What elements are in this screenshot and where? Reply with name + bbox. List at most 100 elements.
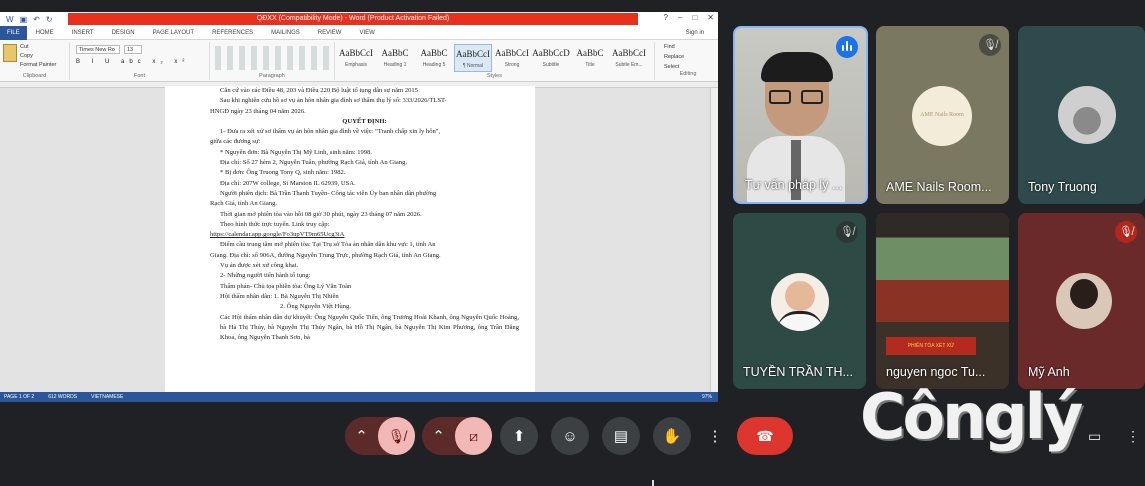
quick-access-toolbar: W ▣ ↶ ↻ xyxy=(0,15,53,24)
participant-name: nguyen ngoc Tu... xyxy=(886,365,986,379)
camera-off-icon[interactable]: ⧄ xyxy=(455,417,492,455)
save-icon[interactable]: ▣ xyxy=(20,15,28,24)
cut-button[interactable]: Cut xyxy=(20,44,29,50)
page-count[interactable]: PAGE 1 OF 2 xyxy=(4,392,34,402)
word-titlebar: W ▣ ↶ ↻ QĐXX (Compatibility Mode) - Word… xyxy=(0,12,718,26)
tab-view[interactable]: VIEW xyxy=(350,30,383,36)
clipboard-label: Clipboard xyxy=(22,73,47,79)
window-controls: ? – □ ✕ xyxy=(664,13,714,22)
undo-icon[interactable]: ↶ xyxy=(33,15,40,24)
font-size-select[interactable]: 13 xyxy=(124,45,142,54)
vertical-scrollbar[interactable] xyxy=(710,88,718,392)
style-title[interactable]: AaBbC Title xyxy=(571,44,609,72)
word-count[interactable]: 612 WORDS xyxy=(48,392,77,402)
maximize-icon[interactable]: □ xyxy=(692,13,697,22)
end-call-icon[interactable]: ☎ xyxy=(737,417,793,455)
doc-line: 1- Đưa ra xét xử sơ thẩm vụ án hôn nhân … xyxy=(220,128,441,136)
style-heading-5[interactable]: AaBbC Heading 5 xyxy=(415,44,453,72)
font-group: Times New Ro 13 B I U abc x₂ x² Font xyxy=(70,42,210,80)
doc-link[interactable]: https://calendar.app.google/Fo3upVT9m65U… xyxy=(210,230,519,240)
captions-icon[interactable]: ▤ xyxy=(602,417,640,455)
doc-line: Rạch Giá, tỉnh An Giang. xyxy=(210,200,278,208)
tab-page-layout[interactable]: PAGE LAYOUT xyxy=(144,30,203,36)
meeting-stage: W ▣ ↶ ↻ QĐXX (Compatibility Mode) - Word… xyxy=(0,0,1145,486)
paste-icon[interactable] xyxy=(3,44,17,62)
participant-tile[interactable]: 🎙︎̸ TUYỀN TRẦN TH... xyxy=(733,213,866,389)
participant-name: Mỹ Anh xyxy=(1028,365,1070,379)
minimize-icon[interactable]: – xyxy=(678,13,682,22)
watermark-logo: Cônglý xyxy=(860,380,1083,453)
style-normal[interactable]: AaBbCcI ¶ Normal xyxy=(454,44,492,72)
word-icon[interactable]: W xyxy=(6,15,14,24)
doc-line: Theo hình thức trực tuyến. Link truy cập… xyxy=(220,220,330,228)
doc-line: Thẩm phán- Chủ tọa phiên tòa: Ông Lý Văn… xyxy=(220,282,352,290)
style-strong[interactable]: AaBbCcI Strong xyxy=(493,44,531,72)
present-icon[interactable]: ⬆ xyxy=(500,417,538,455)
apps-icon[interactable]: ⋮⋮ xyxy=(1126,428,1145,445)
close-icon[interactable]: ✕ xyxy=(707,13,714,22)
styles-label: Styles xyxy=(487,73,502,79)
help-icon[interactable]: ? xyxy=(664,13,668,22)
redo-icon[interactable]: ↻ xyxy=(46,15,53,24)
doc-line: Vụ án được xét xử công khai. xyxy=(220,262,299,270)
font-name-select[interactable]: Times New Ro xyxy=(76,45,120,54)
clipboard-group: Cut Copy Format Painter Clipboard xyxy=(0,42,70,80)
participant-tile[interactable]: PHIÊN TÒA XÉT XỬ nguyen ngoc Tu... xyxy=(876,213,1009,389)
style-subtitle[interactable]: AaBbCcD Subtitle xyxy=(532,44,570,72)
font-label: Font xyxy=(133,73,145,79)
raise-hand-icon[interactable]: ✋ xyxy=(653,417,691,455)
chat-icon[interactable]: ▭ xyxy=(1088,428,1101,445)
format-painter-button[interactable]: Format Painter xyxy=(20,62,56,68)
shared-screen-word: W ▣ ↶ ↻ QĐXX (Compatibility Mode) - Word… xyxy=(0,12,718,402)
styles-group: AaBbCcI Emphasis AaBbC Heading 1 AaBbC Head… xyxy=(335,42,655,80)
participant-avatar xyxy=(771,273,829,331)
style-heading-1[interactable]: AaBbC Heading 1 xyxy=(376,44,414,72)
camera-control: ⌃ ⧄ xyxy=(422,417,492,455)
mic-options-chevron-icon[interactable]: ⌃ xyxy=(345,417,378,455)
copy-button[interactable]: Copy xyxy=(20,53,33,59)
doc-paragraph: Các Hội thẩm nhân dân dự khuyết: Ông Ngu… xyxy=(220,313,519,342)
doc-plaintiff: * Nguyên đơn: Bà Nguyễn Thị Mỹ Linh, sin… xyxy=(220,148,373,156)
zoom-level[interactable]: 97% xyxy=(702,392,712,402)
paragraph-buttons[interactable] xyxy=(215,46,329,70)
tab-home[interactable]: HOME xyxy=(27,30,63,36)
doc-line: Điểm cầu trung tâm mở phiên tòa: Tại Trụ… xyxy=(220,241,436,249)
language-indicator[interactable]: VIETNAMESE xyxy=(91,392,123,402)
participant-avatar xyxy=(1056,273,1112,329)
document-page[interactable]: Căn cứ vào các Điều 48, 203 và Điều 220 … xyxy=(165,86,535,392)
replace-button[interactable]: Replace xyxy=(658,52,718,62)
doc-line: 2- Những người tiến hành tố tụng: xyxy=(220,272,311,280)
window-title: QĐXX (Compatibility Mode) - Word (Produc… xyxy=(68,13,638,25)
participant-name: Tư vấn pháp lý ... xyxy=(745,178,843,192)
paragraph-label: Paragraph xyxy=(259,73,285,79)
doc-line: Địa chỉ: Số 27 hẻm 2, Nguyễn Tuân, phườn… xyxy=(220,159,408,167)
participant-tile[interactable]: Tư vấn pháp lý ... xyxy=(733,26,868,204)
participant-name: AME Nails Room... xyxy=(886,180,992,194)
style-subtle-emphasis[interactable]: AaBbCcI Subtle Em... xyxy=(610,44,648,72)
doc-heading: QUYẾT ĐỊNH: xyxy=(342,117,387,125)
emoji-icon[interactable]: ☺ xyxy=(551,417,589,455)
participant-name: Tony Truong xyxy=(1028,180,1097,194)
mic-off-icon[interactable]: 🎙︎̸ xyxy=(378,417,415,455)
more-vert-icon[interactable]: ⋮ xyxy=(702,417,728,455)
find-button[interactable]: Find xyxy=(658,42,718,52)
tab-references[interactable]: REFERENCES xyxy=(203,30,262,36)
camera-options-chevron-icon[interactable]: ⌃ xyxy=(422,417,455,455)
participant-tile[interactable]: 🎙︎̸ Mỹ Anh xyxy=(1018,213,1145,389)
tab-file[interactable]: FILE xyxy=(0,25,27,40)
participant-tile[interactable]: Tony Truong xyxy=(1018,26,1145,204)
tab-design[interactable]: DESIGN xyxy=(103,30,144,36)
style-emphasis[interactable]: AaBbCcI Emphasis xyxy=(337,44,375,72)
tab-mailings[interactable]: MAILINGS xyxy=(262,30,309,36)
tab-insert[interactable]: INSERT xyxy=(63,30,103,36)
doc-line: Hội thẩm nhân dân: 1. Bà Nguyễn Thị Nhiê… xyxy=(220,292,339,300)
ribbon: Cut Copy Format Painter Clipboard Times … xyxy=(0,40,718,82)
participant-tile[interactable]: AME Nails Room 🎙︎̸ AME Nails Room... xyxy=(876,26,1009,204)
courtroom-banner: PHIÊN TÒA XÉT XỬ xyxy=(886,337,976,355)
doc-line: HNGĐ ngày 23 tháng 04 năm 2026. xyxy=(210,107,306,115)
doc-line: Sau khi nghiên cứu hồ sơ vụ án hôn nhân … xyxy=(220,97,447,105)
sign-in-link[interactable]: Sign in xyxy=(686,30,704,36)
tab-review[interactable]: REVIEW xyxy=(309,30,351,36)
font-format-buttons[interactable]: B I U abc x₂ x² xyxy=(76,59,189,65)
doc-line: Căn cứ vào các Điều 48, 203 và Điều 220 … xyxy=(220,87,418,94)
